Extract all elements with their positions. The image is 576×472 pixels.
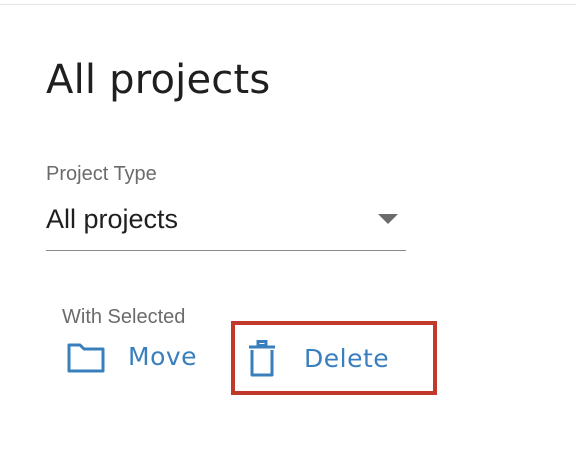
top-divider	[0, 4, 576, 5]
project-type-selected-value: All projects	[46, 204, 179, 234]
project-type-select[interactable]: All projects	[46, 198, 406, 251]
page-title: All projects	[46, 57, 271, 103]
move-button-label: Move	[128, 342, 198, 371]
delete-button[interactable]: Delete	[248, 340, 389, 378]
move-button[interactable]: Move	[66, 340, 197, 374]
project-type-label: Project Type	[46, 163, 157, 185]
trash-icon	[248, 340, 276, 378]
folder-icon	[66, 340, 106, 374]
with-selected-label: With Selected	[62, 306, 186, 328]
delete-button-label: Delete	[304, 344, 390, 373]
dropdown-arrow-icon	[378, 214, 398, 224]
